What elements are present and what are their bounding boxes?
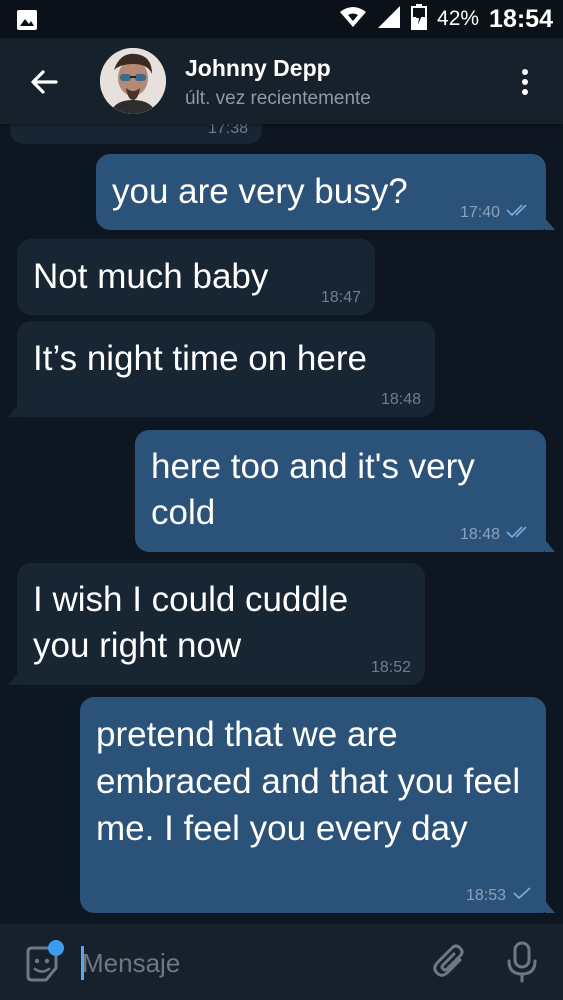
status-bar: 42% 18:54: [0, 0, 563, 38]
microphone-icon[interactable]: [502, 940, 542, 984]
last-seen-status: últ. vez recientemente: [185, 88, 371, 109]
double-check-icon: [506, 203, 532, 222]
wifi-icon: [339, 6, 367, 33]
message-bubble-outgoing[interactable]: you are very busy? 17:40: [96, 154, 555, 230]
message-time: 18:47: [320, 289, 361, 306]
battery-percent: 42%: [437, 7, 480, 30]
check-icon: [512, 886, 532, 905]
contact-name[interactable]: Johnny Depp: [185, 55, 331, 82]
message-bubble-outgoing[interactable]: here too and it's very cold 18:48: [135, 430, 555, 552]
chat-header: Johnny Depp últ. vez recientemente: [0, 38, 563, 124]
message-text: I wish I could cuddle you right now: [33, 580, 349, 665]
message-time: 18:48: [459, 525, 500, 543]
message-bubble-outgoing[interactable]: pretend that we are embraced and that yo…: [80, 697, 555, 913]
message-time: 18:52: [370, 659, 411, 676]
message-time: 17:38: [207, 124, 248, 137]
message-text: here too and it's very cold: [151, 447, 475, 532]
message-time: 18:53: [465, 886, 506, 904]
more-vertical-icon[interactable]: [515, 66, 535, 98]
message-time: 17:40: [459, 203, 500, 221]
avatar[interactable]: [100, 48, 166, 114]
notification-dot: [48, 940, 64, 956]
double-check-icon: [506, 525, 532, 544]
clock: 18:54: [489, 4, 553, 33]
message-input[interactable]: [82, 942, 402, 984]
message-text: It’s night time on here: [33, 339, 367, 378]
message-bubble-incoming[interactable]: Not much baby 18:47: [17, 239, 375, 315]
message-composer: [0, 924, 563, 1000]
message-list[interactable]: 17:38 you are very busy? 17:40 Not much …: [0, 124, 563, 924]
battery-icon: [411, 3, 428, 35]
message-bubble-incoming[interactable]: I wish I could cuddle you right now 18:5…: [8, 563, 425, 685]
paperclip-icon[interactable]: [430, 942, 470, 982]
arrow-left-icon[interactable]: [28, 66, 60, 98]
message-text: Not much baby: [33, 257, 269, 296]
signal-icon: [377, 5, 401, 34]
image-icon: [16, 9, 38, 36]
message-time: 18:48: [380, 391, 421, 408]
message-text: pretend that we are embraced and that yo…: [96, 715, 521, 848]
message-bubble-incoming[interactable]: It’s night time on here 18:48: [8, 321, 435, 417]
message-bubble-incoming[interactable]: 17:38: [10, 124, 262, 144]
